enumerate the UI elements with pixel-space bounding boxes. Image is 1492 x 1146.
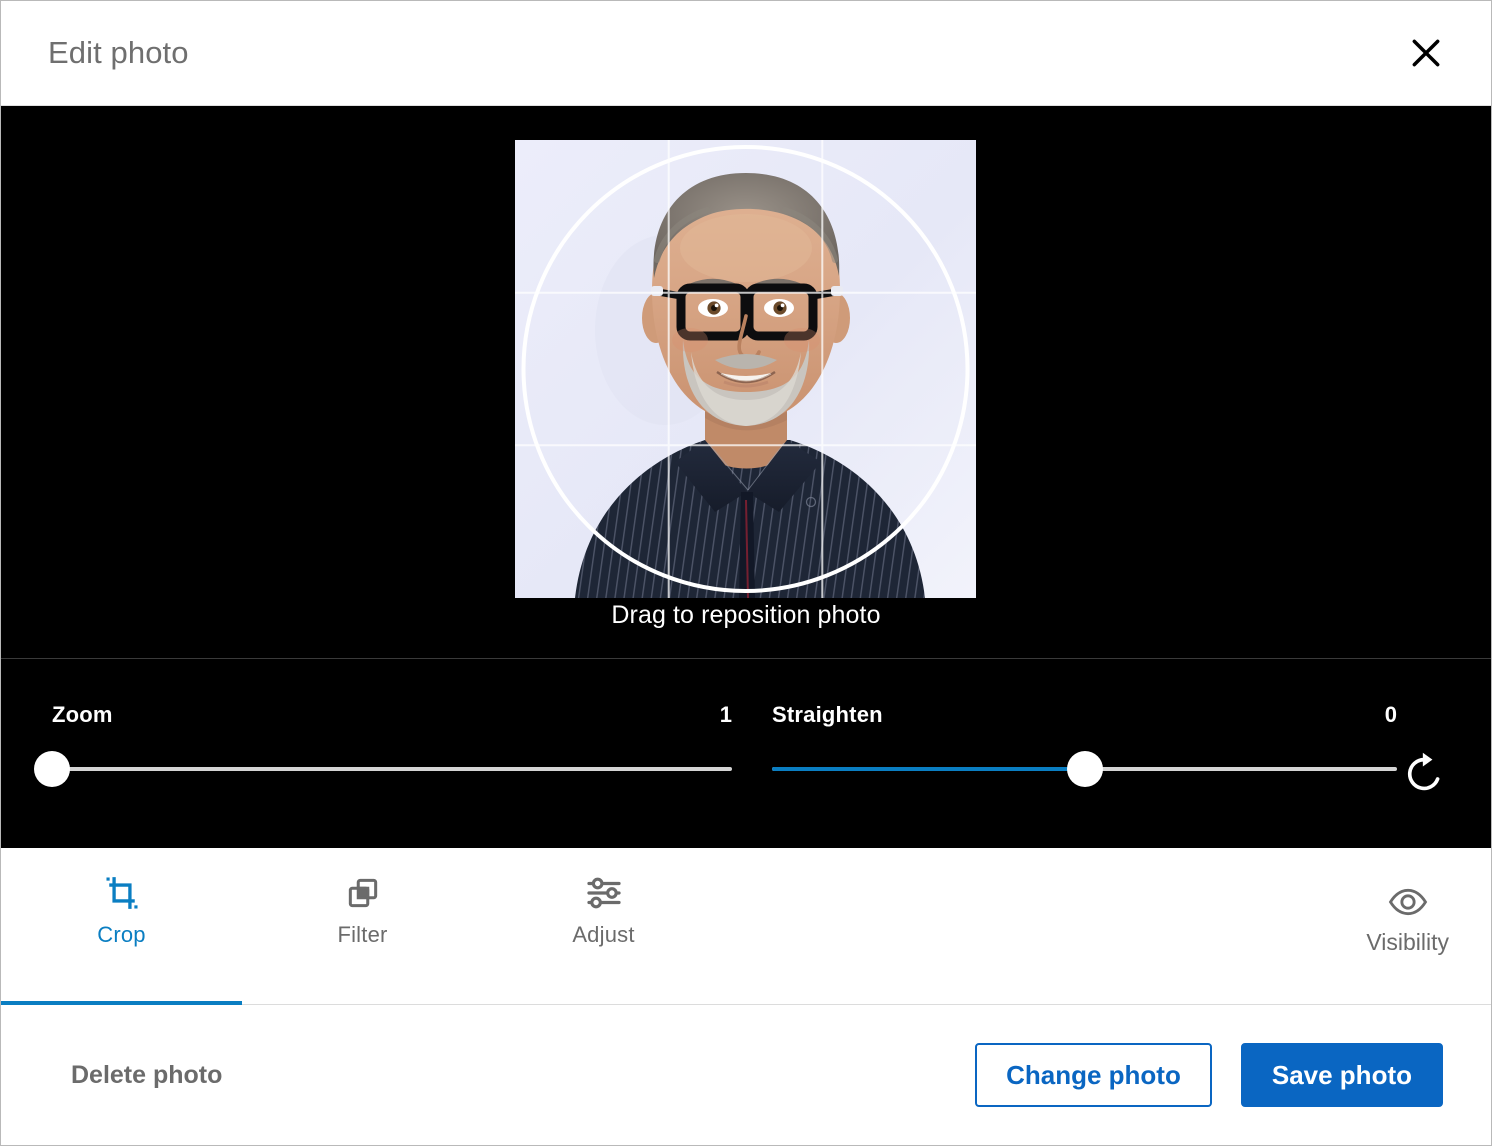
- eye-icon: [1388, 888, 1428, 919]
- straighten-slider[interactable]: [772, 751, 1397, 787]
- photo-drag-area[interactable]: [515, 140, 976, 598]
- tab-filter[interactable]: Filter: [242, 848, 483, 1004]
- zoom-slider-handle[interactable]: [34, 751, 70, 787]
- crop-icon: [103, 870, 141, 916]
- straighten-slider-header: Straighten 0: [772, 702, 1397, 728]
- tab-list: Crop Filter Adjust: [1, 848, 724, 1005]
- editor-tool-tabs: Crop Filter Adjust Visibility: [1, 848, 1491, 1005]
- visibility-button[interactable]: Visibility: [1350, 888, 1465, 956]
- zoom-slider-label: Zoom: [52, 702, 113, 727]
- modal-footer: Delete photo Change photo Save photo: [1, 1005, 1491, 1145]
- straighten-slider-value: 0: [1384, 702, 1397, 727]
- tab-crop[interactable]: Crop: [1, 848, 242, 1005]
- rotate-button[interactable]: [1396, 747, 1452, 803]
- drag-hint-text: Drag to reposition photo: [611, 601, 881, 629]
- delete-photo-button[interactable]: Delete photo: [67, 1051, 226, 1100]
- photo-stage: Drag to reposition photo: [1, 106, 1491, 659]
- tab-adjust[interactable]: Adjust: [483, 848, 724, 1004]
- visibility-label: Visibility: [1366, 929, 1449, 955]
- straighten-slider-handle[interactable]: [1066, 751, 1103, 787]
- filter-icon: [344, 870, 382, 916]
- zoom-slider-value: 1: [719, 702, 732, 727]
- straighten-slider-label: Straighten: [772, 702, 883, 727]
- close-icon: [1406, 33, 1446, 73]
- change-photo-button[interactable]: Change photo: [975, 1042, 1212, 1108]
- edit-photo-modal: Edit photo Drag to reposition photo Zoom…: [0, 0, 1492, 1146]
- rotate-clockwise-icon: [1401, 751, 1447, 800]
- straighten-slider-group: Straighten 0: [772, 702, 1397, 787]
- footer-actions: Change photo Save photo: [975, 1042, 1443, 1108]
- adjust-sliders-panel: Zoom 1 Straighten 0: [1, 659, 1491, 848]
- zoom-slider-group: Zoom 1: [34, 702, 732, 787]
- tab-adjust-label: Adjust: [572, 922, 635, 947]
- zoom-slider-header: Zoom 1: [52, 702, 732, 728]
- straighten-slider-fill: [772, 767, 1085, 771]
- adjust-sliders-icon: [585, 870, 623, 916]
- zoom-slider[interactable]: [34, 751, 732, 787]
- tab-crop-label: Crop: [97, 922, 146, 947]
- tab-filter-label: Filter: [337, 922, 388, 947]
- close-button[interactable]: [1399, 26, 1453, 80]
- profile-photo: [515, 140, 976, 598]
- save-photo-button[interactable]: Save photo: [1240, 1042, 1443, 1108]
- modal-header: Edit photo: [1, 1, 1491, 106]
- zoom-slider-track[interactable]: [52, 767, 732, 771]
- page-title: Edit photo: [48, 35, 189, 70]
